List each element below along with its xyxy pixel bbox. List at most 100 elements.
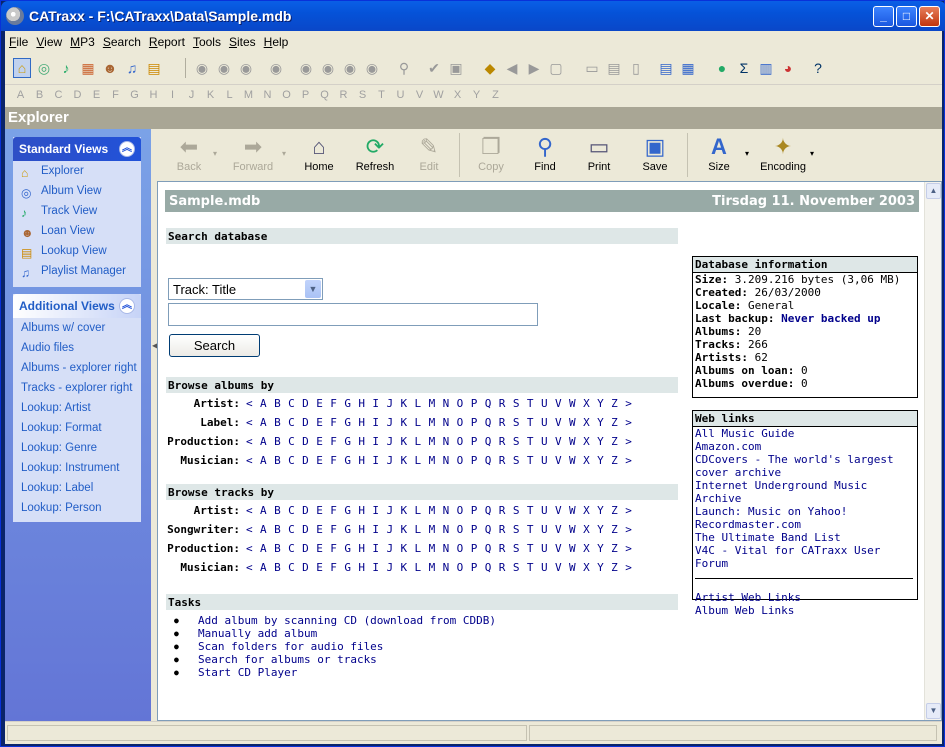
- task-link[interactable]: Scan folders for audio files: [174, 640, 383, 653]
- arrow-left-icon[interactable]: ◀: [503, 58, 521, 78]
- forward-button[interactable]: ➡ Forward: [229, 133, 277, 173]
- help-icon[interactable]: ?: [809, 58, 827, 78]
- sidebar-item-lookup-genre[interactable]: Lookup: Genre: [13, 438, 141, 458]
- sidebar-item-lookup-instrument[interactable]: Lookup: Instrument: [13, 458, 141, 478]
- sidebar-item-lookup-artist[interactable]: Lookup: Artist: [13, 398, 141, 418]
- task-link[interactable]: Manually add album: [174, 627, 317, 640]
- forward-track-icon[interactable]: ◉: [341, 58, 359, 78]
- letter-links[interactable]: < A B C D E F G H I J K L M N O P Q R S …: [246, 561, 632, 574]
- album-web-links[interactable]: Album Web Links: [693, 604, 917, 617]
- alpha-letter[interactable]: J: [182, 89, 201, 101]
- alpha-letter[interactable]: P: [296, 89, 315, 101]
- web-link[interactable]: Amazon.com: [693, 440, 917, 453]
- details-icon[interactable]: ▦: [679, 58, 697, 78]
- alpha-letter[interactable]: K: [201, 89, 220, 101]
- alpha-letter[interactable]: O: [277, 89, 296, 101]
- close-button[interactable]: ✕: [919, 6, 940, 27]
- window-icon[interactable]: ▢: [547, 58, 565, 78]
- alpha-letter[interactable]: N: [258, 89, 277, 101]
- back-dropdown-icon[interactable]: ▾: [211, 149, 219, 158]
- cd-eject-icon[interactable]: ◉: [267, 58, 285, 78]
- list-icon[interactable]: ▤: [657, 58, 675, 78]
- menu-mp3[interactable]: MP3: [66, 31, 99, 49]
- letter-links[interactable]: < A B C D E F G H I J K L M N O P Q R S …: [246, 435, 632, 448]
- search-input[interactable]: [168, 303, 538, 326]
- alpha-letter[interactable]: I: [163, 89, 182, 101]
- loan-tool-icon[interactable]: ☻: [101, 58, 119, 78]
- alpha-letter[interactable]: M: [239, 89, 258, 101]
- alpha-letter[interactable]: E: [87, 89, 106, 101]
- refresh-button[interactable]: ⟳ Refresh: [351, 133, 399, 173]
- sidebar-item-explorer[interactable]: ⌂ Explorer: [13, 161, 141, 181]
- letter-links[interactable]: < A B C D E F G H I J K L M N O P Q R S …: [246, 454, 632, 467]
- title-bar[interactable]: CATraxx - F:\CATraxx\Data\Sample.mdb _ □…: [1, 1, 945, 31]
- stats-icon[interactable]: ◕: [779, 58, 797, 78]
- alpha-letter[interactable]: S: [353, 89, 372, 101]
- alpha-letter[interactable]: H: [144, 89, 163, 101]
- size-button[interactable]: A Size: [701, 133, 737, 173]
- sidebar-item-albums-explorer-right[interactable]: Albums - explorer right: [13, 358, 141, 378]
- print-button[interactable]: ▭ Print: [581, 133, 617, 173]
- task-link[interactable]: Search for albums or tracks: [174, 653, 377, 666]
- sidebar-item-lookup-view[interactable]: ▤ Lookup View: [13, 241, 141, 261]
- menu-report[interactable]: Report: [145, 31, 189, 49]
- magnify-icon[interactable]: ⚲: [395, 58, 413, 78]
- back-button[interactable]: ⬅ Back: [169, 133, 209, 173]
- scroll-up-icon[interactable]: ▲: [926, 183, 941, 199]
- alpha-letter[interactable]: T: [372, 89, 391, 101]
- sidebar-item-tracks-explorer-right[interactable]: Tracks - explorer right: [13, 378, 141, 398]
- backup-link[interactable]: Never backed up: [781, 312, 880, 325]
- home-button[interactable]: ⌂ Home: [299, 133, 339, 173]
- letter-links[interactable]: < A B C D E F G H I J K L M N O P Q R S …: [246, 416, 632, 429]
- collapse-chevron-icon[interactable]: ︽: [119, 298, 135, 314]
- forward-dropdown-icon[interactable]: ▾: [280, 149, 288, 158]
- alpha-letter[interactable]: U: [391, 89, 410, 101]
- playlist-tool-icon[interactable]: ♫: [123, 58, 141, 78]
- web-link[interactable]: Internet Underground Music Archive: [693, 479, 917, 505]
- additional-views-header[interactable]: Additional Views ︽: [13, 294, 141, 318]
- image-icon[interactable]: ▣: [447, 58, 465, 78]
- menu-tools[interactable]: Tools: [189, 31, 225, 49]
- sidebar-item-audio-files[interactable]: Audio files: [13, 338, 141, 358]
- find-button[interactable]: ⚲ Find: [527, 133, 563, 173]
- save-button[interactable]: ▣ Save: [637, 133, 673, 173]
- alpha-letter[interactable]: L: [220, 89, 239, 101]
- print-tool-icon[interactable]: ▭: [583, 58, 601, 78]
- copy-button[interactable]: ❐ Copy: [473, 133, 509, 173]
- table-tool-icon[interactable]: ▦: [79, 58, 97, 78]
- artist-web-links[interactable]: Artist Web Links: [693, 591, 917, 604]
- page-icon[interactable]: ▯: [627, 58, 645, 78]
- dropdown-arrow-icon[interactable]: ▼: [305, 280, 321, 298]
- cd-play-icon[interactable]: ◉: [193, 58, 211, 78]
- vertical-scrollbar[interactable]: ▲ ▼: [924, 182, 941, 720]
- sidebar-item-albums-cover[interactable]: Albums w/ cover: [13, 318, 141, 338]
- letter-links[interactable]: < A B C D E F G H I J K L M N O P Q R S …: [246, 504, 632, 517]
- alpha-letter[interactable]: X: [448, 89, 467, 101]
- rewind-icon[interactable]: ◉: [319, 58, 337, 78]
- binoculars-icon[interactable]: ◆: [481, 58, 499, 78]
- menu-sites[interactable]: Sites: [225, 31, 260, 49]
- sidebar-item-album-view[interactable]: ◎ Album View: [13, 181, 141, 201]
- alpha-letter[interactable]: Z: [486, 89, 505, 101]
- scroll-down-icon[interactable]: ▼: [926, 703, 941, 719]
- cd-stop-icon[interactable]: ◉: [215, 58, 233, 78]
- menu-view[interactable]: View: [32, 31, 66, 49]
- encoding-button[interactable]: ✦ Encoding: [757, 133, 809, 173]
- menu-search[interactable]: Search: [99, 31, 145, 49]
- task-link[interactable]: Start CD Player: [174, 666, 297, 679]
- chart-icon[interactable]: ▥: [757, 58, 775, 78]
- album-tool-icon[interactable]: ◎: [35, 58, 53, 78]
- alpha-letter[interactable]: A: [11, 89, 30, 101]
- sidebar-item-lookup-person[interactable]: Lookup: Person: [13, 498, 141, 518]
- alpha-letter[interactable]: W: [429, 89, 448, 101]
- sidebar-item-lookup-label[interactable]: Lookup: Label: [13, 478, 141, 498]
- cd-pause-icon[interactable]: ◉: [237, 58, 255, 78]
- alpha-letter[interactable]: V: [410, 89, 429, 101]
- search-field-select[interactable]: Track: Title ▼: [168, 278, 323, 300]
- web-link[interactable]: CDCovers - The world's largest cover arc…: [693, 453, 917, 479]
- letter-links[interactable]: < A B C D E F G H I J K L M N O P Q R S …: [246, 542, 632, 555]
- minimize-button[interactable]: _: [873, 6, 894, 27]
- size-dropdown-icon[interactable]: ▾: [743, 149, 751, 158]
- menu-file[interactable]: File: [5, 31, 32, 49]
- menu-help[interactable]: Help: [260, 31, 293, 49]
